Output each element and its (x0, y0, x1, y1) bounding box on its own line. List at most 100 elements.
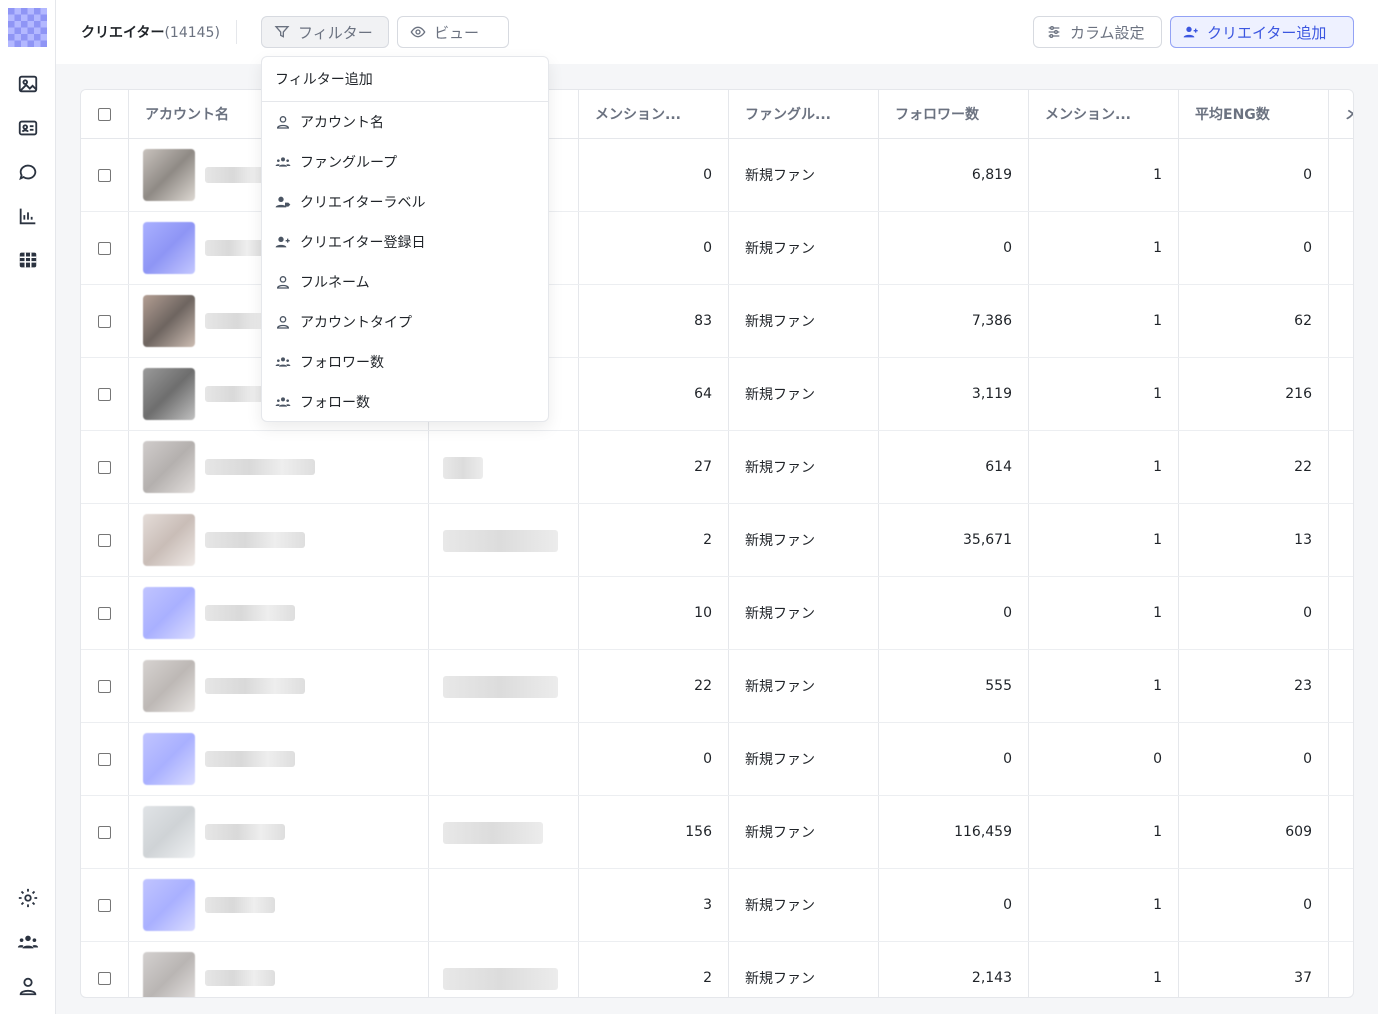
account-name-blurred (205, 678, 305, 694)
avg-eng-cell: 23 (1179, 650, 1329, 722)
filter-option-label: クリエイターラベル (300, 195, 426, 211)
filter-option-0[interactable]: アカウント名 (262, 102, 548, 142)
blurred-value (443, 968, 558, 990)
table-row[interactable]: 0 新規ファン 0 0 0 (81, 723, 1353, 796)
column-settings-button[interactable]: カラム設定 (1033, 16, 1162, 48)
mention-2-cell: 1 (1029, 796, 1179, 868)
team-icon[interactable] (16, 930, 40, 954)
row-checkbox[interactable] (98, 460, 111, 474)
blurred-value (443, 676, 558, 698)
top-bar: クリエイター(14145) フィルター ビュー カラム設定 クリエイター追加 (56, 0, 1378, 64)
table-row[interactable]: 156 新規ファン 116,459 1 609 (81, 796, 1353, 869)
account-cell[interactable] (129, 650, 429, 722)
row-checkbox[interactable] (98, 679, 111, 693)
fan-group-cell: 新規ファン (729, 869, 879, 941)
blurred-value (443, 530, 558, 552)
row-select-cell (81, 212, 129, 284)
fan-group-cell: 新規ファン (729, 796, 879, 868)
table-icon[interactable] (16, 248, 40, 272)
filter-option-label: クリエイター登録日 (300, 235, 426, 251)
avatar (143, 806, 195, 858)
gear-icon[interactable] (16, 886, 40, 910)
row-select-cell (81, 358, 129, 430)
table-row[interactable]: 27 新規ファン 614 1 22 (81, 431, 1353, 504)
select-all-checkbox[interactable] (98, 107, 111, 121)
filter-option-1[interactable]: ファングループ (262, 142, 548, 182)
divider (236, 20, 237, 44)
more-cell (1329, 504, 1353, 576)
blurred-cell (429, 650, 579, 722)
table-row[interactable]: 2 新規ファン 2,143 1 37 (81, 942, 1353, 997)
filter-dropdown: フィルター追加 アカウント名 ファングループ クリエイターラベル クリエイター登録日フ… (261, 56, 549, 422)
row-checkbox[interactable] (98, 533, 111, 547)
avatar (143, 222, 195, 274)
table-row[interactable]: 3 新規ファン 0 1 0 (81, 869, 1353, 942)
filter-option-7[interactable]: フォロー数 (262, 382, 548, 422)
table-row[interactable]: 2 新規ファン 35,671 1 13 (81, 504, 1353, 577)
more-cell (1329, 942, 1353, 997)
blurred-cell (429, 942, 579, 997)
row-checkbox[interactable] (98, 314, 111, 328)
filter-option-3[interactable]: クリエイター登録日 (262, 222, 548, 262)
chat-icon[interactable] (16, 160, 40, 184)
add-creator-label: クリエイター追加 (1207, 23, 1327, 42)
row-select-cell (81, 650, 129, 722)
app-logo[interactable] (8, 8, 47, 47)
id-card-icon[interactable] (16, 116, 40, 140)
account-cell[interactable] (129, 942, 429, 997)
mention-cell: 0 (579, 212, 729, 284)
mention-cell: 27 (579, 431, 729, 503)
mention-cell: 0 (579, 723, 729, 795)
header-followers[interactable]: フォロワー数 (879, 90, 1029, 138)
followers-cell: 35,671 (879, 504, 1029, 576)
row-checkbox[interactable] (98, 387, 111, 401)
avatar (143, 514, 195, 566)
row-checkbox[interactable] (98, 971, 111, 985)
avg-eng-cell: 0 (1179, 869, 1329, 941)
filter-option-5[interactable]: アカウントタイプ (262, 302, 548, 342)
account-cell[interactable] (129, 869, 429, 941)
row-checkbox[interactable] (98, 168, 111, 182)
blurred-cell (429, 723, 579, 795)
header-fan-group[interactable]: ファングル... (729, 90, 879, 138)
table-row[interactable]: 22 新規ファン 555 1 23 (81, 650, 1353, 723)
row-checkbox[interactable] (98, 606, 111, 620)
header-mention-2[interactable]: メンション... (1029, 90, 1179, 138)
avg-eng-cell: 609 (1179, 796, 1329, 868)
row-checkbox[interactable] (98, 241, 111, 255)
filter-dropdown-title: フィルター追加 (262, 57, 548, 102)
table-row[interactable]: 10 新規ファン 0 1 0 (81, 577, 1353, 650)
fan-group-cell: 新規ファン (729, 650, 879, 722)
more-cell (1329, 650, 1353, 722)
row-checkbox[interactable] (98, 825, 111, 839)
header-more[interactable]: メ (1329, 90, 1353, 138)
filter-option-2[interactable]: クリエイターラベル (262, 182, 548, 222)
fan-group-cell: 新規ファン (729, 285, 879, 357)
account-name-blurred (205, 459, 315, 475)
row-checkbox[interactable] (98, 898, 111, 912)
bar-chart-icon[interactable] (16, 204, 40, 228)
account-cell[interactable] (129, 431, 429, 503)
avg-eng-cell: 62 (1179, 285, 1329, 357)
filter-option-label: フルネーム (300, 275, 370, 291)
account-cell[interactable] (129, 723, 429, 795)
account-cell[interactable] (129, 796, 429, 868)
row-select-cell (81, 504, 129, 576)
account-cell[interactable] (129, 504, 429, 576)
followers-cell: 555 (879, 650, 1029, 722)
add-creator-button[interactable]: クリエイター追加 (1170, 16, 1354, 48)
filter-option-4[interactable]: フルネーム (262, 262, 548, 302)
view-button[interactable]: ビュー (397, 16, 509, 48)
row-checkbox[interactable] (98, 752, 111, 766)
filter-icon (274, 26, 290, 38)
filter-button[interactable]: フィルター (261, 16, 389, 48)
filter-option-6[interactable]: フォロワー数 (262, 342, 548, 382)
image-icon[interactable] (16, 72, 40, 96)
header-avg-eng[interactable]: 平均ENG数 (1179, 90, 1329, 138)
select-all-cell (81, 90, 129, 138)
user-icon[interactable] (16, 974, 40, 998)
mention-2-cell: 1 (1029, 650, 1179, 722)
account-cell[interactable] (129, 577, 429, 649)
header-mention[interactable]: メンション... (579, 90, 729, 138)
more-cell (1329, 869, 1353, 941)
